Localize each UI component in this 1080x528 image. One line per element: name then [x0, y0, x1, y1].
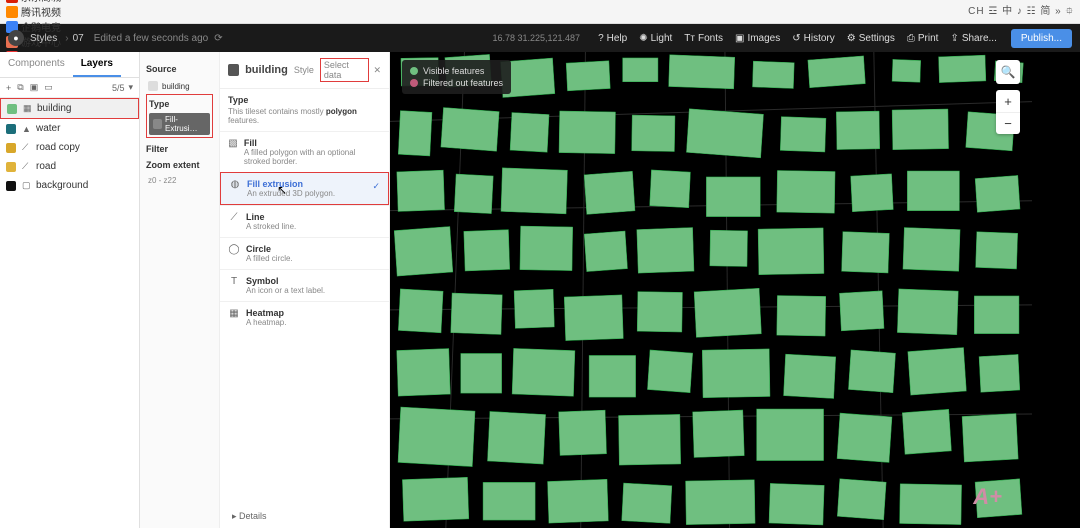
- layers-panel: Components Layers + ⧉ ▣ ▭ 5/5 ▾ ▦ buildin…: [0, 52, 140, 528]
- type-option-fill-extrusion[interactable]: ◍Fill extrusionAn extruded 3D polygon.✓↖: [220, 172, 389, 205]
- print-button[interactable]: ⎙Print: [907, 33, 939, 44]
- publish-button[interactable]: Publish...: [1011, 29, 1072, 48]
- map-canvas[interactable]: Visible features Filtered out features 🔍…: [390, 52, 1032, 528]
- tab-select-data[interactable]: Select data: [320, 58, 370, 82]
- type-option-heatmap[interactable]: ▦HeatmapA heatmap.: [220, 301, 389, 333]
- type-option-circle[interactable]: ◯CircleA filled circle.: [220, 237, 389, 269]
- source-item[interactable]: building: [146, 78, 213, 94]
- ime-status: CH ☲ 中 ♪ ☷ 简 » ⯐: [968, 2, 1074, 21]
- layer-type-glyph: ⟋: [22, 161, 32, 172]
- refresh-icon[interactable]: ⟳: [214, 33, 222, 44]
- tab-components[interactable]: Components: [0, 52, 73, 77]
- tileset-icon: [148, 81, 158, 91]
- layer-count: 5/5: [112, 83, 125, 93]
- check-icon: ✓: [372, 181, 380, 192]
- filter-heading: Filter: [146, 144, 213, 154]
- type-value[interactable]: Fill-Extrusi…: [149, 113, 210, 135]
- map-coordinates: 16.78 31.225,121.487: [492, 33, 580, 43]
- layer-label: road copy: [36, 142, 133, 153]
- filter-icon[interactable]: ▾: [128, 82, 133, 93]
- source-panel: Source building Type Fill-Extrusi… Filte…: [140, 52, 220, 528]
- add-layer-icon[interactable]: +: [6, 83, 11, 93]
- map-legend: Visible features Filtered out features: [402, 60, 511, 94]
- layer-item-background[interactable]: ▢ background: [0, 176, 139, 195]
- blank-right-gutter: [1032, 52, 1080, 528]
- visible-dot-icon: [410, 67, 418, 75]
- history-button[interactable]: ↺History: [792, 33, 835, 44]
- bookmark-item[interactable]: 腾讯视频: [6, 4, 92, 19]
- layer-label: water: [36, 123, 133, 134]
- layer-swatch: [6, 124, 16, 134]
- layer-swatch: [6, 181, 16, 191]
- edited-timestamp: Edited a few seconds ago: [94, 33, 209, 44]
- layer-label: background: [36, 180, 133, 191]
- layer-type-glyph: ▲: [22, 124, 32, 134]
- tab-layers[interactable]: Layers: [73, 52, 121, 77]
- layer-item-road[interactable]: ⟋ road: [0, 157, 139, 176]
- zoom-extent-heading: Zoom extent: [146, 160, 213, 170]
- layer-type-glyph: ▢: [22, 180, 32, 191]
- type-heading: Type: [149, 99, 210, 109]
- help-button[interactable]: ?Help: [598, 33, 627, 44]
- type-option-line[interactable]: ⟋LineA stroked line.: [220, 205, 389, 237]
- browser-bookmark-bar: 书签手机书签上网导航NOW直播天猫精选京东商城腾讯视频企鹅电竞游戏中心爱淘宝从 …: [0, 0, 1080, 24]
- breadcrumb-styles[interactable]: Styles: [30, 33, 57, 44]
- details-toggle[interactable]: ▸ Details: [232, 511, 267, 522]
- map-search-button[interactable]: 🔍: [996, 60, 1020, 84]
- type-section-heading: Type: [220, 89, 389, 107]
- layer-type-glyph: ⟋: [22, 142, 32, 153]
- light-button[interactable]: ✺Light: [639, 33, 672, 44]
- fonts-button[interactable]: TтFonts: [684, 33, 723, 44]
- settings-button[interactable]: ⚙Settings: [847, 33, 895, 44]
- layer-item-road copy[interactable]: ⟋ road copy: [0, 138, 139, 157]
- type-desc: This tileset contains mostly polygon fea…: [220, 107, 389, 131]
- app-logo-icon[interactable]: ●: [8, 30, 24, 46]
- share-button[interactable]: ⇪Share...: [950, 33, 996, 44]
- type-option-icon: ◯: [228, 244, 240, 255]
- type-option-symbol[interactable]: TSymbolAn icon or a text label.: [220, 269, 389, 301]
- cursor-icon: ↖: [277, 183, 287, 197]
- images-button[interactable]: ▣Images: [735, 33, 780, 44]
- zoom-extent-value: z0 - z22: [146, 174, 213, 187]
- type-option-icon: ◍: [229, 179, 241, 190]
- layer-label: building: [37, 103, 132, 114]
- type-option-fill[interactable]: ▧FillA filled polygon with an optional s…: [220, 131, 389, 172]
- zoom-out-button[interactable]: −: [996, 112, 1020, 134]
- layer-type-icon: [228, 64, 239, 76]
- bookmark-icon: [6, 0, 18, 3]
- layer-item-water[interactable]: ▲ water: [0, 119, 139, 138]
- extrusion-icon: [153, 119, 162, 129]
- type-option-icon: ▦: [228, 308, 240, 319]
- watermark: A+: [973, 484, 1002, 510]
- close-icon[interactable]: ✕: [373, 65, 381, 76]
- layer-type-glyph: ▦: [23, 103, 33, 114]
- tab-style[interactable]: Style: [294, 65, 314, 75]
- layer-label: road: [36, 161, 133, 172]
- layer-swatch: [7, 104, 17, 114]
- filtered-dot-icon: [410, 79, 418, 87]
- zoom-in-button[interactable]: +: [996, 90, 1020, 112]
- app-topbar: ● Styles › 07 Edited a few seconds ago ⟳…: [0, 24, 1080, 52]
- type-option-icon: T: [228, 276, 240, 287]
- bookmark-icon: [6, 6, 18, 18]
- type-panel: building Style Select data ✕ Type This t…: [220, 52, 390, 528]
- layer-item-building[interactable]: ▦ building: [0, 98, 139, 119]
- type-option-icon: ⟋: [228, 212, 240, 223]
- duplicate-layer-icon[interactable]: ⧉: [17, 82, 23, 93]
- panel-title: building: [245, 64, 288, 76]
- type-option-icon: ▧: [228, 138, 238, 149]
- breadcrumb-style-name[interactable]: 07: [73, 33, 84, 44]
- source-heading: Source: [146, 64, 213, 74]
- group-icon[interactable]: ▭: [44, 82, 53, 93]
- layer-swatch: [6, 143, 16, 153]
- layer-swatch: [6, 162, 16, 172]
- folder-icon[interactable]: ▣: [30, 82, 39, 93]
